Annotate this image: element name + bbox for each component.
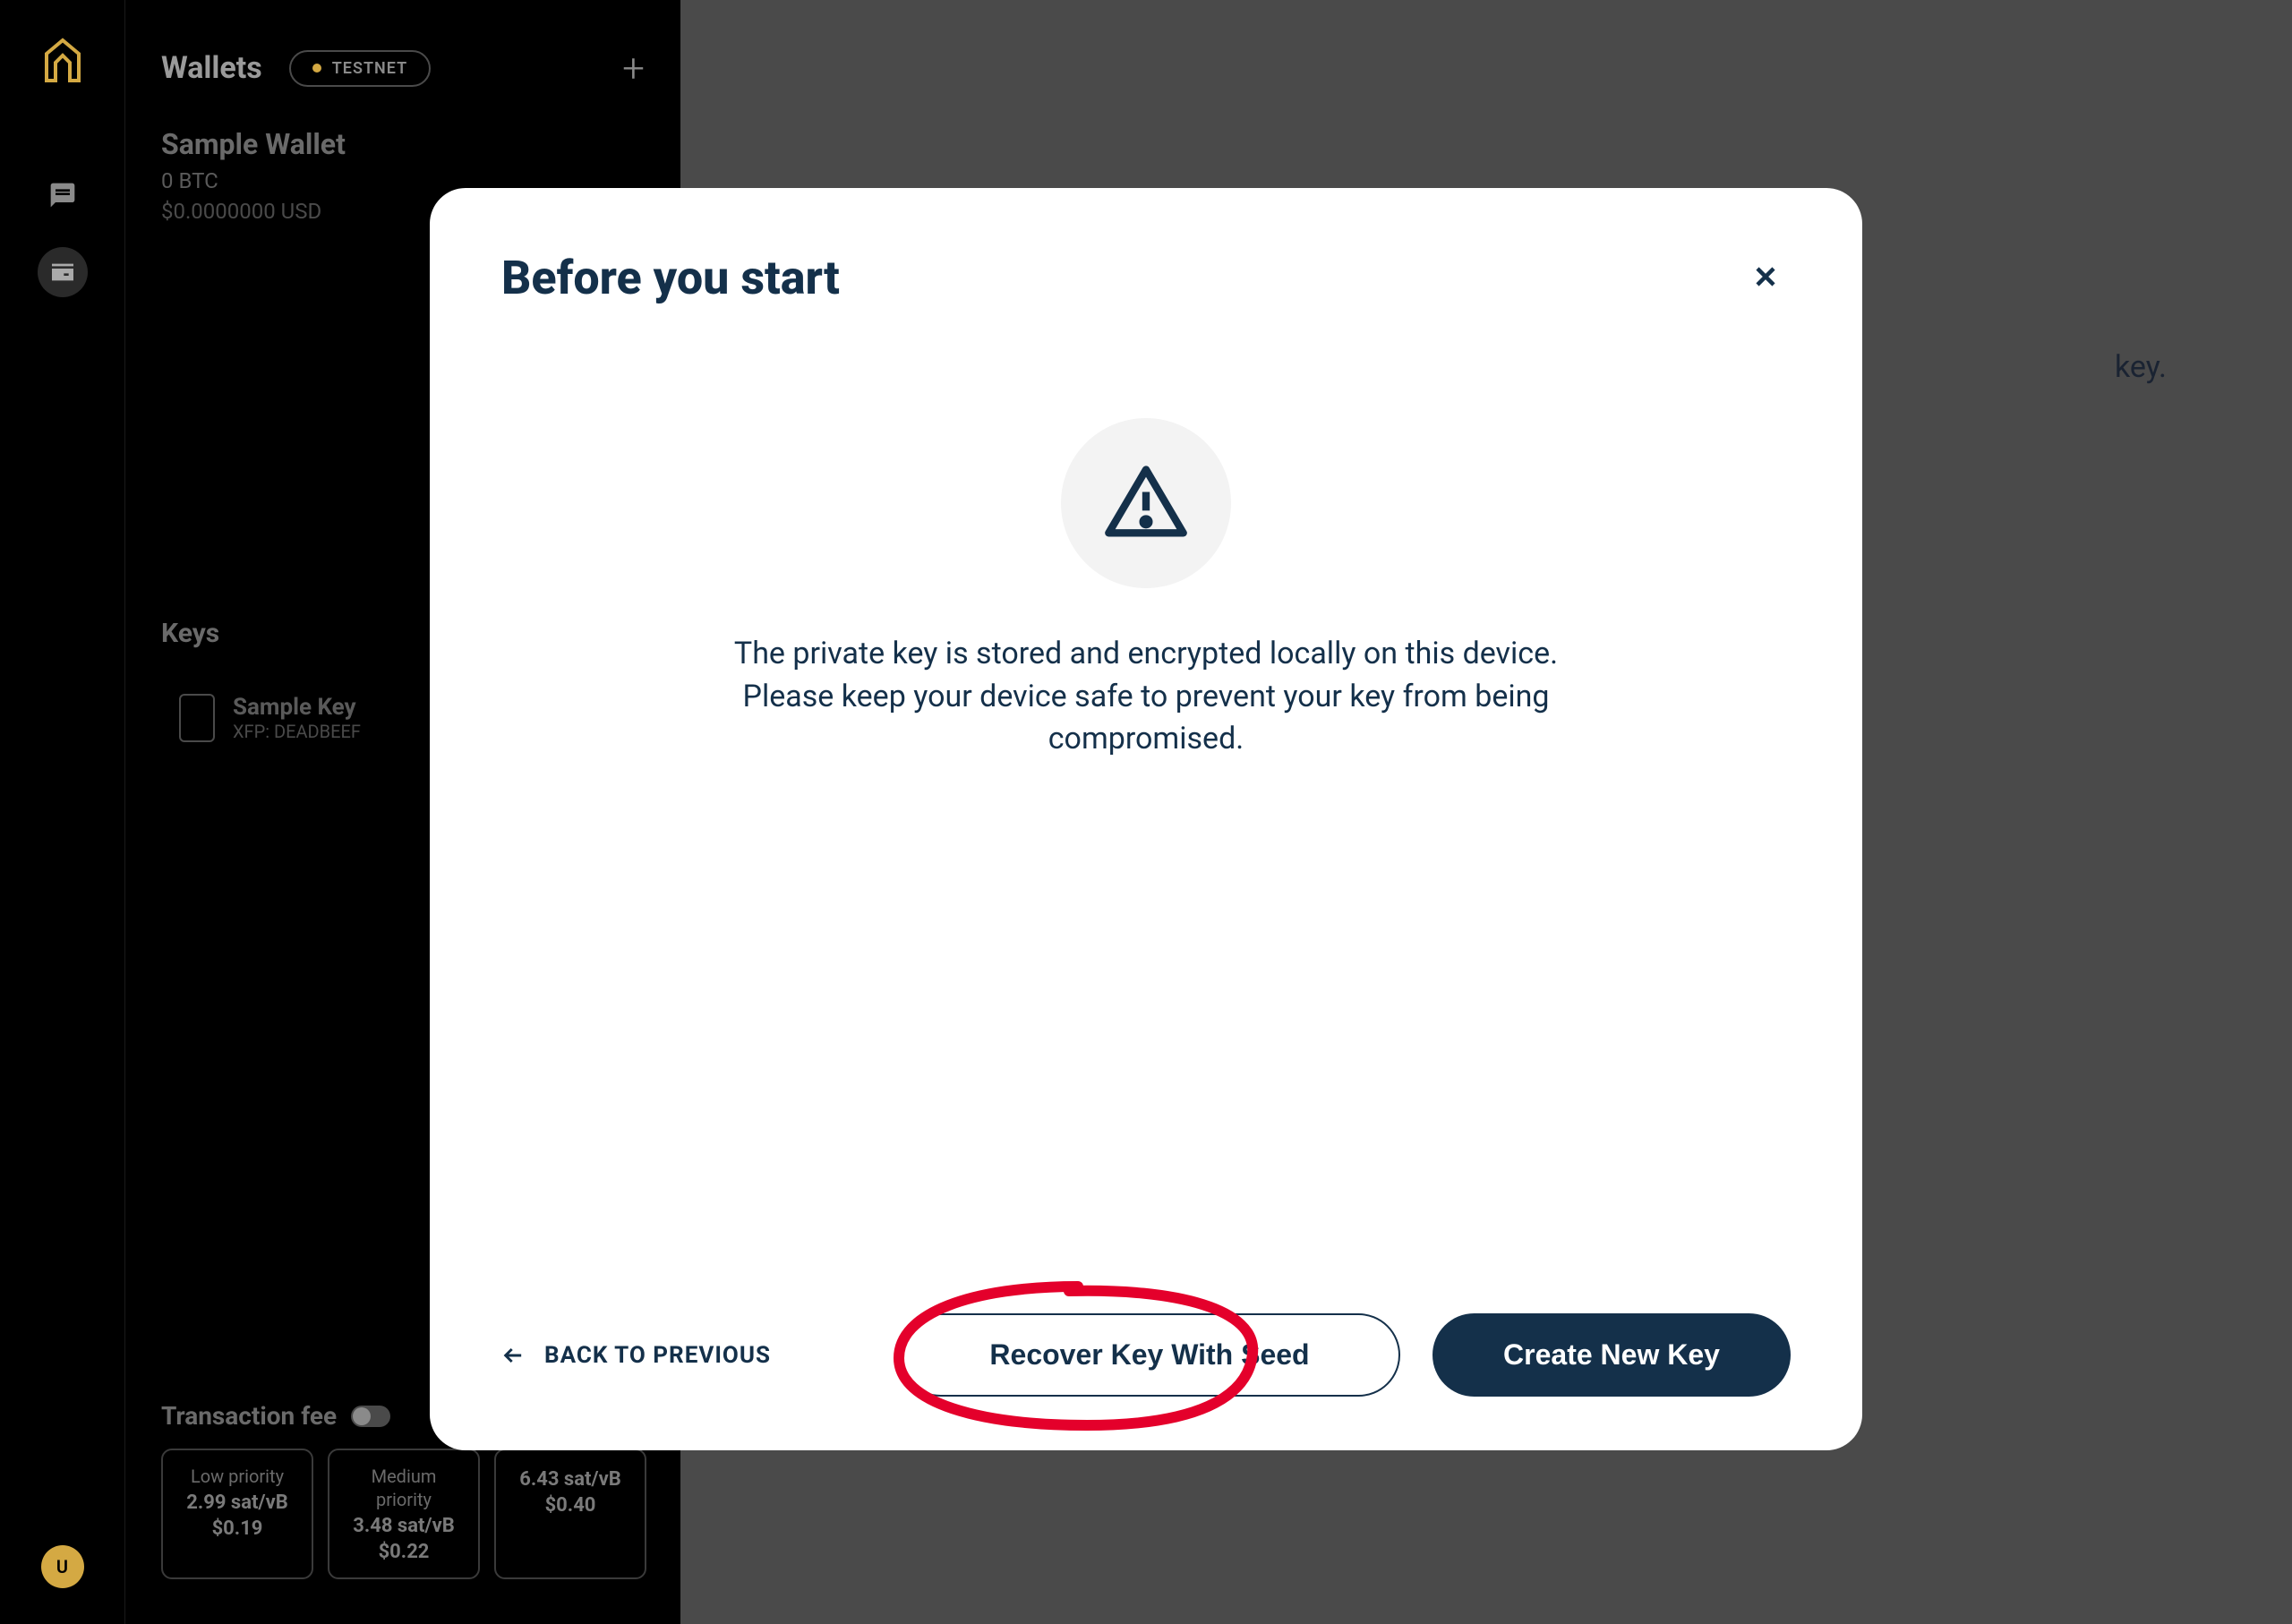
warning-triangle-icon xyxy=(1101,458,1191,548)
back-label: BACK TO PREVIOUS xyxy=(544,1342,771,1369)
modal-header: Before you start xyxy=(501,251,1791,311)
modal-footer: BACK TO PREVIOUS Recover Key With Seed C… xyxy=(501,1313,1791,1397)
alert-circle xyxy=(1061,418,1231,588)
close-icon[interactable] xyxy=(1740,251,1791,311)
recover-key-button[interactable]: Recover Key With Seed xyxy=(899,1313,1400,1397)
arrow-left-icon xyxy=(501,1343,526,1368)
modal-title: Before you start xyxy=(501,251,840,305)
before-you-start-modal: Before you start The private key is stor… xyxy=(430,188,1862,1450)
modal-overlay: Before you start The private key is stor… xyxy=(0,0,2292,1624)
modal-body: The private key is stored and encrypted … xyxy=(501,418,1791,761)
create-new-key-button[interactable]: Create New Key xyxy=(1432,1313,1791,1397)
back-to-previous-button[interactable]: BACK TO PREVIOUS xyxy=(501,1342,771,1369)
modal-description: The private key is stored and encrypted … xyxy=(712,633,1580,761)
